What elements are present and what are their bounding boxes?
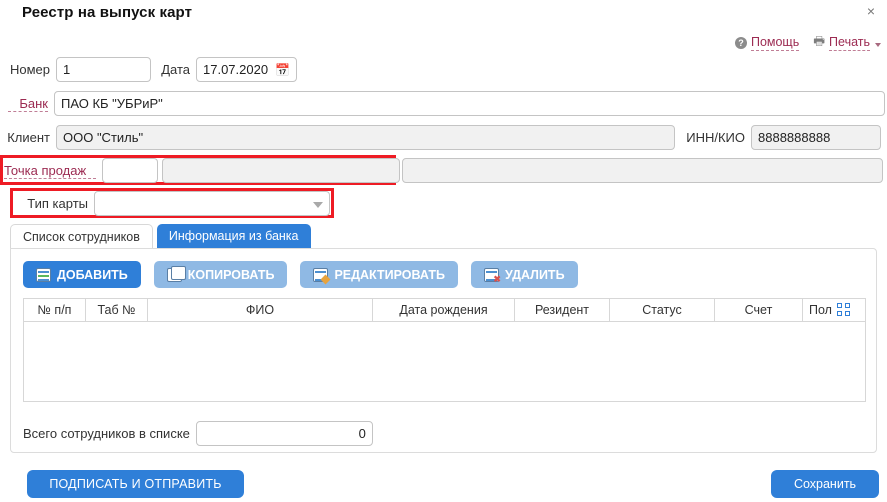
add-button[interactable]: ДОБАВИТЬ — [23, 261, 141, 288]
grid-header-row: № п/п Таб № ФИО Дата рождения Резидент С… — [23, 298, 866, 322]
tab-employee-list-label: Список сотрудников — [23, 230, 140, 244]
edit-button[interactable]: РЕДАКТИРОВАТЬ — [300, 261, 458, 288]
sign-and-send-button[interactable]: ПОДПИСАТЬ И ОТПРАВИТЬ — [27, 470, 244, 498]
grid-col-resident[interactable]: Резидент — [515, 299, 610, 321]
point-of-sale-name-input[interactable] — [162, 158, 400, 183]
grid-col-birthdate[interactable]: Дата рождения — [373, 299, 515, 321]
row-card-type: Тип карты — [14, 191, 330, 216]
tab-employee-list[interactable]: Список сотрудников — [10, 224, 153, 249]
bank-input[interactable]: ПАО КБ "УБРиР" — [54, 91, 885, 116]
total-employees-label: Всего сотрудников в списке — [23, 426, 190, 441]
inn-input[interactable]: 8888888888 — [751, 125, 881, 150]
point-of-sale-label-link[interactable]: Точка продаж — [4, 163, 96, 179]
pencil-icon — [313, 267, 331, 284]
date-label: Дата — [161, 62, 190, 77]
total-employees-value: 0 — [195, 421, 373, 446]
row-bank: Банк ПАО КБ "УБРиР" — [8, 91, 887, 116]
print-link-label: Печать — [829, 34, 870, 51]
chevron-down-icon[interactable] — [875, 42, 881, 47]
chevron-down-icon[interactable] — [313, 202, 323, 208]
row-point-of-sale: Точка продаж — [4, 158, 400, 183]
point-of-sale-code-input[interactable] — [102, 158, 158, 183]
number-input[interactable]: 1 — [56, 57, 151, 82]
grid-col-seq[interactable]: № п/п — [24, 299, 86, 321]
tab-bar: Список сотрудников Информация из банка — [10, 224, 311, 249]
save-button[interactable]: Сохранить — [771, 470, 879, 498]
tab-bank-info[interactable]: Информация из банка — [156, 224, 311, 249]
total-employees: Всего сотрудников в списке 0 — [23, 421, 373, 446]
question-mark-icon: ? — [734, 36, 747, 49]
calendar-icon[interactable]: 📅 — [269, 64, 290, 76]
row-client: Клиент ООО "Стиль" ИНН/КИО 8888888888 — [4, 125, 881, 150]
copy-icon — [166, 265, 186, 282]
page-title: Реестр на выпуск карт — [22, 4, 193, 21]
close-icon[interactable]: × — [863, 3, 879, 19]
copy-button-label: КОПИРОВАТЬ — [187, 267, 275, 282]
inn-label: ИНН/КИО — [686, 130, 745, 145]
tab-bank-info-label: Информация из банка — [168, 229, 299, 243]
help-link[interactable]: ? Помощь — [734, 34, 800, 51]
delete-button[interactable]: ✖ УДАЛИТЬ — [470, 261, 578, 288]
grid-col-fio[interactable]: ФИО — [148, 299, 373, 321]
delete-icon: ✖ — [483, 267, 501, 283]
card-type-label: Тип карты — [27, 196, 88, 211]
printer-icon: 🖶 — [813, 34, 826, 48]
print-link[interactable]: 🖶 Печать — [813, 32, 881, 53]
grid-col-status[interactable]: Статус — [610, 299, 715, 321]
employee-list-panel: ДОБАВИТЬ КОПИРОВАТЬ РЕДАКТИРОВАТЬ ✖ УДАЛ… — [10, 248, 877, 453]
point-of-sale-extra-field[interactable] — [402, 158, 883, 183]
delete-button-label: УДАЛИТЬ — [504, 267, 565, 282]
row-number-date: Номер 1 Дата 17.07.2020 📅 — [8, 57, 297, 82]
number-label: Номер — [9, 62, 50, 77]
employee-grid: № п/п Таб № ФИО Дата рождения Резидент С… — [23, 298, 866, 402]
date-input-value: 17.07.2020 — [203, 62, 269, 77]
edit-button-label: РЕДАКТИРОВАТЬ — [334, 267, 445, 282]
grid-col-tabnum[interactable]: Таб № — [86, 299, 148, 321]
client-input[interactable]: ООО "Стиль" — [56, 125, 675, 150]
column-chooser-icon[interactable] — [836, 303, 851, 317]
grid-col-gender-cell: Пол — [803, 299, 865, 321]
grid-body-empty[interactable] — [23, 322, 866, 402]
help-link-label: Помощь — [750, 34, 800, 51]
add-row-icon — [36, 267, 51, 282]
client-label: Клиент — [7, 130, 50, 145]
grid-col-account[interactable]: Счет — [715, 299, 803, 321]
grid-col-gender[interactable]: Пол — [809, 303, 832, 317]
grid-toolbar: ДОБАВИТЬ КОПИРОВАТЬ РЕДАКТИРОВАТЬ ✖ УДАЛ… — [23, 261, 578, 288]
top-links: ? Помощь 🖶 Печать — [734, 32, 881, 53]
add-button-label: ДОБАВИТЬ — [57, 267, 128, 282]
bank-label-link[interactable]: Банк — [8, 96, 48, 112]
date-input[interactable]: 17.07.2020 📅 — [196, 57, 297, 82]
copy-button[interactable]: КОПИРОВАТЬ — [153, 261, 288, 288]
card-type-select[interactable] — [94, 191, 330, 216]
